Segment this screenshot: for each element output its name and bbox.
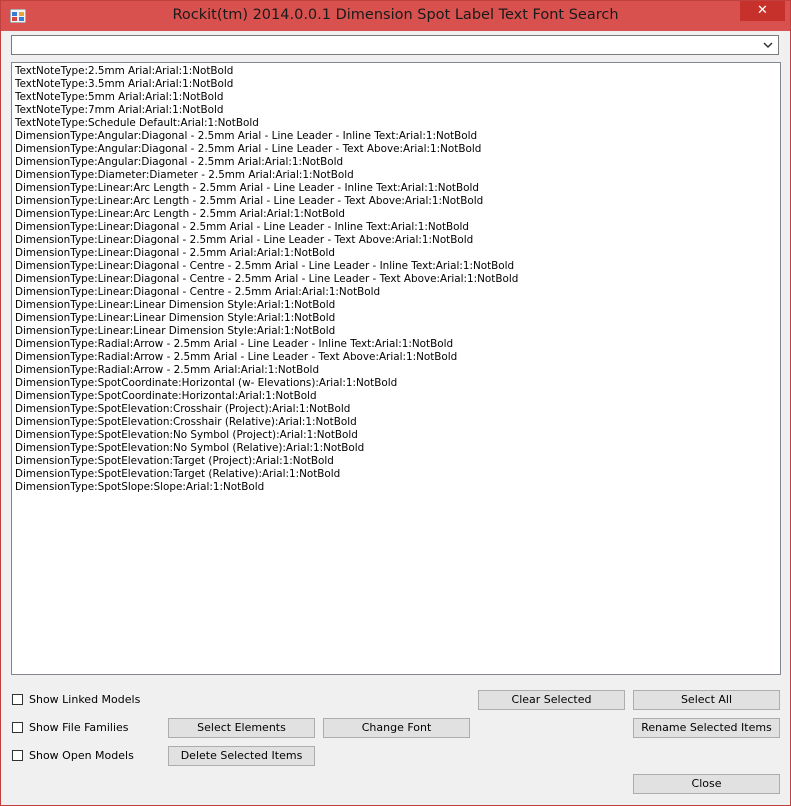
list-item[interactable]: DimensionType:Linear:Diagonal - Centre -… [15, 286, 777, 299]
list-item[interactable]: DimensionType:SpotElevation:No Symbol (P… [15, 429, 777, 442]
show-file-families-checkbox[interactable] [12, 722, 23, 733]
results-listbox[interactable]: TextNoteType:2.5mm Arial:Arial:1:NotBold… [11, 62, 781, 675]
show-linked-models-label[interactable]: Show Linked Models [29, 693, 140, 707]
list-item[interactable]: DimensionType:Linear:Linear Dimension St… [15, 299, 777, 312]
delete-selected-items-button[interactable]: Delete Selected Items [168, 746, 315, 766]
search-input[interactable] [14, 36, 758, 54]
list-item[interactable]: DimensionType:SpotCoordinate:Horizontal:… [15, 390, 777, 403]
list-item[interactable]: DimensionType:Linear:Diagonal - Centre -… [15, 260, 777, 273]
list-item[interactable]: DimensionType:SpotElevation:No Symbol (R… [15, 442, 777, 455]
select-elements-button[interactable]: Select Elements [168, 718, 315, 738]
show-open-models-checkbox[interactable] [12, 750, 23, 761]
title-bar[interactable]: Rockit(tm) 2014.0.0.1 Dimension Spot Lab… [1, 1, 790, 31]
select-all-button[interactable]: Select All [633, 690, 780, 710]
list-item[interactable]: DimensionType:SpotElevation:Crosshair (R… [15, 416, 777, 429]
chevron-down-icon[interactable] [760, 37, 776, 53]
list-item[interactable]: DimensionType:Linear:Arc Length - 2.5mm … [15, 208, 777, 221]
close-icon: ✕ [757, 3, 768, 18]
list-item[interactable]: DimensionType:Radial:Arrow - 2.5mm Arial… [15, 364, 777, 377]
list-item[interactable]: DimensionType:Linear:Diagonal - 2.5mm Ar… [15, 234, 777, 247]
show-file-families-label[interactable]: Show File Families [29, 721, 129, 735]
list-item[interactable]: DimensionType:SpotSlope:Slope:Arial:1:No… [15, 481, 777, 494]
list-item[interactable]: DimensionType:Linear:Arc Length - 2.5mm … [15, 182, 777, 195]
show-linked-models-checkbox[interactable] [12, 694, 23, 705]
list-item[interactable]: DimensionType:Linear:Linear Dimension St… [15, 325, 777, 338]
list-item[interactable]: DimensionType:SpotElevation:Target (Proj… [15, 455, 777, 468]
change-font-button[interactable]: Change Font [323, 718, 470, 738]
list-item[interactable]: TextNoteType:5mm Arial:Arial:1:NotBold [15, 91, 777, 104]
list-item[interactable]: DimensionType:Radial:Arrow - 2.5mm Arial… [15, 338, 777, 351]
list-item[interactable]: TextNoteType:Schedule Default:Arial:1:No… [15, 117, 777, 130]
window-close-button[interactable]: ✕ [740, 1, 785, 21]
list-item[interactable]: DimensionType:Linear:Diagonal - 2.5mm Ar… [15, 221, 777, 234]
list-item[interactable]: DimensionType:Linear:Diagonal - 2.5mm Ar… [15, 247, 777, 260]
list-item[interactable]: DimensionType:Linear:Diagonal - Centre -… [15, 273, 777, 286]
list-item[interactable]: TextNoteType:7mm Arial:Arial:1:NotBold [15, 104, 777, 117]
window-title: Rockit(tm) 2014.0.0.1 Dimension Spot Lab… [172, 7, 619, 23]
client-area: TextNoteType:2.5mm Arial:Arial:1:NotBold… [8, 31, 784, 800]
list-item[interactable]: DimensionType:Angular:Diagonal - 2.5mm A… [15, 130, 777, 143]
list-item[interactable]: DimensionType:Linear:Arc Length - 2.5mm … [15, 195, 777, 208]
list-item[interactable]: DimensionType:SpotElevation:Target (Rela… [15, 468, 777, 481]
app-window: Rockit(tm) 2014.0.0.1 Dimension Spot Lab… [0, 0, 791, 806]
rename-selected-items-button[interactable]: Rename Selected Items [633, 718, 780, 738]
list-item[interactable]: DimensionType:Angular:Diagonal - 2.5mm A… [15, 143, 777, 156]
list-item[interactable]: DimensionType:Linear:Linear Dimension St… [15, 312, 777, 325]
list-item[interactable]: TextNoteType:2.5mm Arial:Arial:1:NotBold [15, 65, 777, 78]
show-open-models-label[interactable]: Show Open Models [29, 749, 134, 763]
list-item[interactable]: DimensionType:SpotElevation:Crosshair (P… [15, 403, 777, 416]
list-item[interactable]: TextNoteType:3.5mm Arial:Arial:1:NotBold [15, 78, 777, 91]
close-button[interactable]: Close [633, 774, 780, 794]
list-item[interactable]: DimensionType:Diameter:Diameter - 2.5mm … [15, 169, 777, 182]
search-combobox[interactable] [11, 35, 779, 55]
clear-selected-button[interactable]: Clear Selected [478, 690, 625, 710]
list-item[interactable]: DimensionType:Angular:Diagonal - 2.5mm A… [15, 156, 777, 169]
list-item[interactable]: DimensionType:SpotCoordinate:Horizontal … [15, 377, 777, 390]
list-item[interactable]: DimensionType:Radial:Arrow - 2.5mm Arial… [15, 351, 777, 364]
